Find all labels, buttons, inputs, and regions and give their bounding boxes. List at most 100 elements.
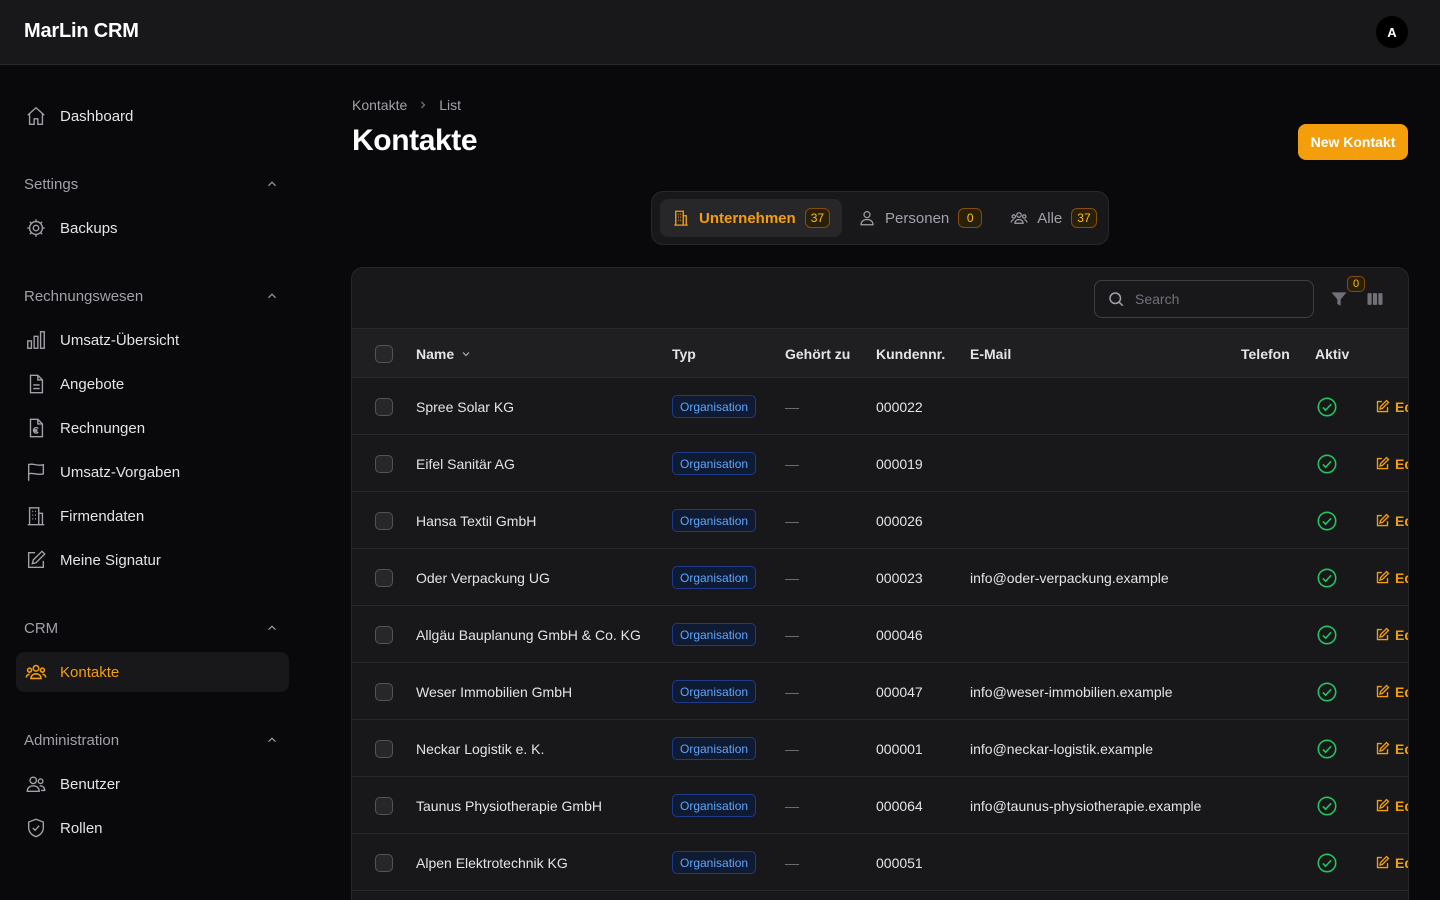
table-row[interactable]: Weser Immobilien GmbH Organisation — 000047… (352, 663, 1408, 720)
columns-icon (1367, 293, 1383, 305)
users-icon (1010, 209, 1028, 227)
users-icon (24, 772, 48, 796)
edit-icon (1376, 855, 1390, 869)
contact-name[interactable]: Spree Solar KG (416, 378, 514, 435)
email-value[interactable]: info@weser-immobilien.example (970, 663, 1173, 720)
email-value[interactable]: info@taunus-physiotherapie.example (970, 777, 1201, 834)
breadcrumb: Kontakte List (352, 97, 461, 113)
sidebar-item-meine-signatur[interactable]: Meine Signatur (16, 540, 289, 580)
table-row[interactable]: Eifel Sanitär AG Organisation — 000019 Edit (352, 435, 1408, 492)
filter-button[interactable] (1328, 288, 1350, 310)
table-row[interactable]: Spree Solar KG Organisation — 000022 Edit (352, 378, 1408, 435)
sidebar-item-rollen[interactable]: Rollen (16, 808, 289, 848)
sidebar-group-administration[interactable]: Administration (24, 728, 279, 752)
sidebar-group-label: Settings (24, 175, 79, 193)
top-bar: MarLin CRM A (0, 0, 1440, 65)
tab-alle[interactable]: Alle 37 (998, 199, 1108, 237)
table-row[interactable]: Alpen Elektrotechnik KG Organisation — 0000… (352, 834, 1408, 891)
row-checkbox[interactable] (375, 796, 393, 815)
table-header: Name Typ Gehört zu Kundennr. E-Mail Tele… (352, 329, 1408, 378)
table-row[interactable]: Taunus Physiotherapie GmbH Organisation — 0… (352, 777, 1408, 834)
gehoert-zu-value: — (785, 512, 799, 529)
sidebar-group-label: Administration (24, 731, 120, 749)
user-avatar[interactable]: A (1376, 16, 1408, 48)
contact-name[interactable]: Eifel Sanitär AG (416, 435, 515, 492)
sidebar-item-backups[interactable]: Backups (16, 208, 289, 248)
edit-label: Edit (1395, 683, 1408, 700)
sidebar-item-firmendaten[interactable]: Firmendaten (16, 496, 289, 536)
column-header-kundennr: Kundennr. (876, 345, 946, 362)
contact-name[interactable]: Oder Verpackung UG (416, 549, 550, 606)
sidebar-group-crm[interactable]: CRM (24, 616, 279, 640)
kundennr-value: 000022 (876, 398, 923, 415)
active-status (1316, 834, 1338, 891)
sidebar-item-dashboard[interactable]: Dashboard (16, 96, 289, 136)
edit-link[interactable]: Edit (1375, 570, 1408, 586)
pencil-square-icon (24, 548, 48, 572)
tab-label: Unternehmen (699, 209, 796, 227)
row-checkbox[interactable] (375, 853, 393, 872)
tab-label: Personen (885, 209, 950, 227)
sidebar-group-settings[interactable]: Settings (24, 172, 279, 196)
search-box (1094, 280, 1314, 318)
sidebar-item-rechnungen[interactable]: Rechnungen (16, 408, 289, 448)
columns-toggle-button[interactable] (1364, 288, 1386, 310)
select-all-checkbox[interactable] (375, 344, 393, 363)
contact-name[interactable]: Taunus Physiotherapie GmbH (416, 777, 602, 834)
edit-link[interactable]: Edit (1375, 456, 1408, 472)
sidebar-item-umsatz-vorgaben[interactable]: Umsatz-Vorgaben (16, 452, 289, 492)
row-checkbox[interactable] (375, 568, 393, 587)
edit-link[interactable]: Edit (1375, 741, 1408, 757)
row-checkbox[interactable] (375, 625, 393, 644)
filter-icon (1331, 292, 1347, 306)
edit-link[interactable]: Edit (1375, 627, 1408, 643)
breadcrumb-link-kontakte[interactable]: Kontakte (352, 97, 407, 113)
edit-link[interactable]: Edit (1375, 798, 1408, 814)
contact-name[interactable]: Weser Immobilien GmbH (416, 663, 572, 720)
gehoert-zu-value: — (785, 854, 799, 871)
row-checkbox[interactable] (375, 397, 393, 416)
sidebar-item-benutzer[interactable]: Benutzer (16, 764, 289, 804)
active-status (1316, 378, 1338, 435)
type-badge: Organisation (672, 452, 757, 475)
contact-name[interactable]: Hansa Textil GmbH (416, 492, 536, 549)
table-row[interactable]: Neckar Logistik e. K. Organisation — 000001… (352, 720, 1408, 777)
kundennr-value: 000051 (876, 854, 923, 871)
contact-name[interactable]: Neckar Logistik e. K. (416, 720, 544, 777)
sidebar-group-rechnungswesen[interactable]: Rechnungswesen (24, 284, 279, 308)
sidebar-item-umsatz-uebersicht[interactable]: Umsatz-Übersicht (16, 320, 289, 360)
active-status (1316, 720, 1338, 777)
row-checkbox[interactable] (375, 511, 393, 530)
edit-link[interactable]: Edit (1375, 855, 1408, 871)
contact-name[interactable]: Alpen Elektrotechnik KG (416, 834, 568, 891)
gehoert-zu-value: — (785, 398, 799, 415)
tab-unternehmen[interactable]: Unternehmen 37 (660, 199, 843, 237)
chevron-up-icon (268, 181, 276, 187)
gehoert-zu-value: — (785, 626, 799, 643)
search-input[interactable] (1135, 291, 1305, 307)
row-checkbox[interactable] (375, 739, 393, 758)
edit-link[interactable]: Edit (1375, 399, 1408, 415)
sidebar-item-angebote[interactable]: Angebote (16, 364, 289, 404)
row-checkbox[interactable] (375, 454, 393, 473)
email-value[interactable]: info@neckar-logistik.example (970, 720, 1153, 777)
table-row[interactable]: Hansa Textil GmbH Organisation — 000026 Edit (352, 492, 1408, 549)
tab-personen[interactable]: Personen 0 (846, 199, 994, 237)
column-header-name[interactable]: Name (416, 329, 472, 378)
sidebar-item-kontakte[interactable]: Kontakte (16, 652, 289, 692)
new-kontakt-button[interactable]: New Kontakt (1298, 124, 1408, 160)
check-circle-icon (1317, 511, 1337, 530)
contact-name[interactable]: Allgäu Bauplanung GmbH & Co. KG (416, 606, 641, 663)
app-title[interactable]: MarLin CRM (24, 20, 139, 43)
edit-link[interactable]: Edit (1375, 513, 1408, 529)
sidebar-item-label: Angebote (60, 375, 125, 393)
type-badge: Organisation (672, 566, 757, 589)
table-row[interactable]: Allgäu Bauplanung GmbH & Co. KG Organisat… (352, 606, 1408, 663)
check-circle-icon (1317, 568, 1337, 587)
table-row[interactable]: Oder Verpackung UG Organisation — 000023 inf… (352, 549, 1408, 606)
email-value[interactable]: info@oder-verpackung.example (970, 549, 1169, 606)
kundennr-value: 000026 (876, 512, 923, 529)
row-checkbox[interactable] (375, 682, 393, 701)
invoice-icon (24, 416, 48, 440)
edit-link[interactable]: Edit (1375, 683, 1408, 700)
